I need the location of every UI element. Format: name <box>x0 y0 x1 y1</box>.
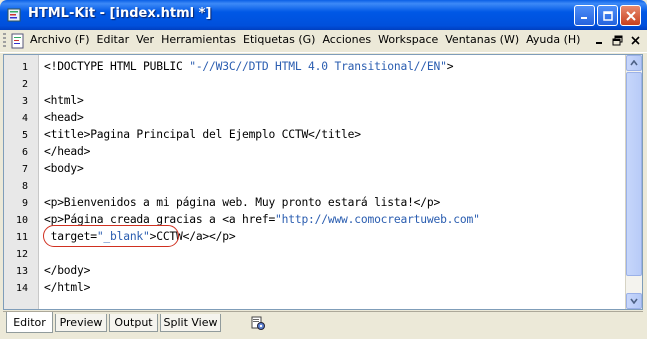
line-number: 11 <box>15 232 28 243</box>
code-text: <p>Bienvenidos a mi página web. Muy pron… <box>44 196 441 209</box>
menu-ayuda[interactable]: Ayuda (H) <box>526 33 580 46</box>
maximize-button[interactable] <box>597 5 618 26</box>
app-window: HTML-Kit - [index.html *] Archivo (F) Ed… <box>0 0 647 339</box>
vertical-scrollbar[interactable] <box>625 55 642 309</box>
tab-preview[interactable]: Preview <box>55 314 107 332</box>
line-number: 3 <box>21 96 28 107</box>
menu-acciones[interactable]: Acciones <box>322 33 371 46</box>
html-kit-icon <box>7 8 21 22</box>
code-line[interactable]: 14 </html> <box>4 280 624 297</box>
mdi-minimize-button[interactable] <box>593 34 605 46</box>
menu-etiquetas[interactable]: Etiquetas (G) <box>243 33 315 46</box>
mdi-restore-button[interactable] <box>611 34 623 46</box>
restore-icon <box>612 35 622 45</box>
title-bar[interactable]: HTML-Kit - [index.html *] <box>0 0 647 30</box>
code-line[interactable]: 8 <box>4 178 624 195</box>
maximize-icon <box>602 10 613 21</box>
code-line[interactable]: 3 <html> <box>4 93 624 110</box>
code-line[interactable]: 4 <head> <box>4 110 624 127</box>
menu-workspace[interactable]: Workspace <box>378 33 438 46</box>
gear-document-icon[interactable] <box>250 315 266 331</box>
scroll-thumb[interactable] <box>626 72 642 276</box>
line-number: 1 <box>21 62 28 73</box>
code-text: </head> <box>44 145 91 158</box>
close-icon <box>630 35 640 45</box>
code-line[interactable]: 5 <title>Pagina Principal del Ejemplo CCT… <box>4 127 624 144</box>
code-text: </html> <box>44 281 91 294</box>
menu-archivo[interactable]: Archivo (F) <box>30 33 90 46</box>
code-text: <head> <box>44 111 84 124</box>
line-number: 7 <box>21 164 28 175</box>
menu-bar: Archivo (F) Editar Ver Herramientas Etiq… <box>0 30 647 53</box>
minimize-button[interactable] <box>574 5 595 26</box>
mdi-close-button[interactable] <box>629 34 641 46</box>
code-line[interactable]: 9 <p>Bienvenidos a mi página web. Muy pro… <box>4 195 624 212</box>
minimize-icon <box>595 41 602 44</box>
tab-output[interactable]: Output <box>109 314 158 332</box>
line-number: 12 <box>15 249 28 260</box>
code-line[interactable]: 2 <box>4 76 624 93</box>
menu-items: Archivo (F) Editar Ver Herramientas Etiq… <box>30 33 587 46</box>
menu-ventanas[interactable]: Ventanas (W) <box>445 33 519 46</box>
code-text: </body> <box>44 264 91 277</box>
chevron-down-icon <box>630 298 638 304</box>
line-number: 5 <box>21 130 28 141</box>
code-line[interactable]: 1 <!DOCTYPE HTML PUBLIC "-//W3C//DTD HTML… <box>4 59 624 76</box>
code-line[interactable]: 12 <box>4 246 624 263</box>
line-number: 14 <box>15 283 28 294</box>
window-title: HTML-Kit - [index.html *] <box>28 6 212 21</box>
menu-herramientas[interactable]: Herramientas <box>161 33 236 46</box>
tab-editor[interactable]: Editor <box>6 312 53 333</box>
scroll-down-button[interactable] <box>626 293 642 309</box>
line-number: 9 <box>21 198 28 209</box>
tab-bar: Editor Preview Output Split View <box>3 311 643 336</box>
chevron-up-icon <box>630 60 638 66</box>
minimize-icon <box>581 17 587 19</box>
annotation-circle <box>43 225 179 247</box>
line-number: 8 <box>21 181 28 192</box>
scroll-up-button[interactable] <box>626 55 642 71</box>
code-text: <body> <box>44 162 84 175</box>
toolbar-grip[interactable] <box>3 33 6 49</box>
code-line[interactable]: 13 </body> <box>4 263 624 280</box>
code-text: <html> <box>44 94 84 107</box>
line-number: 13 <box>15 266 28 277</box>
line-number: 6 <box>21 147 28 158</box>
code-text: <!DOCTYPE HTML PUBLIC "-//W3C//DTD HTML … <box>44 60 454 73</box>
mdi-controls <box>593 34 641 46</box>
line-number: 4 <box>21 113 28 124</box>
close-icon <box>625 10 636 21</box>
close-button[interactable] <box>620 5 641 26</box>
document-icon[interactable] <box>10 33 26 49</box>
code-line[interactable]: 7 <body> <box>4 161 624 178</box>
menu-editar[interactable]: Editar <box>97 33 130 46</box>
line-number: 10 <box>15 215 28 226</box>
menu-ver[interactable]: Ver <box>136 33 154 46</box>
line-number: 2 <box>21 79 28 90</box>
code-text: <title>Pagina Principal del Ejemplo CCTW… <box>44 128 361 141</box>
code-editor[interactable]: 1 <!DOCTYPE HTML PUBLIC "-//W3C//DTD HTML… <box>3 54 643 310</box>
code-line[interactable]: 6 </head> <box>4 144 624 161</box>
tab-split-view[interactable]: Split View <box>160 314 221 332</box>
